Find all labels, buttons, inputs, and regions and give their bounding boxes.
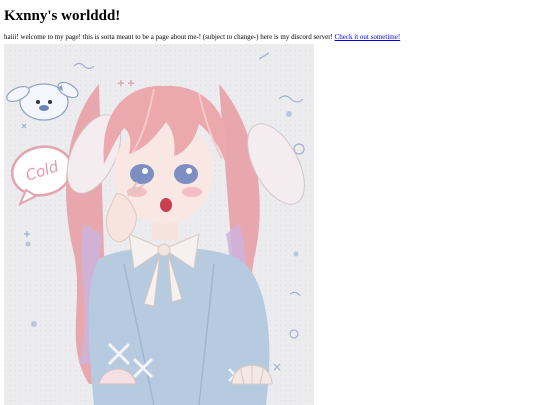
discord-server-link[interactable]: Check it out sometime! [335, 33, 401, 41]
svg-text:+ +: + + [117, 79, 135, 89]
intro-text: haiii! welcome to my page! this is sorta… [4, 33, 333, 41]
artwork-illustration: Cold + + [4, 44, 314, 405]
anime-character-artwork: Cold + + [4, 44, 314, 405]
page-title: Kxnny's worlddd! [4, 8, 121, 24]
page: Kxnny's worlddd! haiii! welcome to my pa… [0, 0, 540, 405]
intro-paragraph: haiii! welcome to my page! this is sorta… [4, 33, 400, 42]
